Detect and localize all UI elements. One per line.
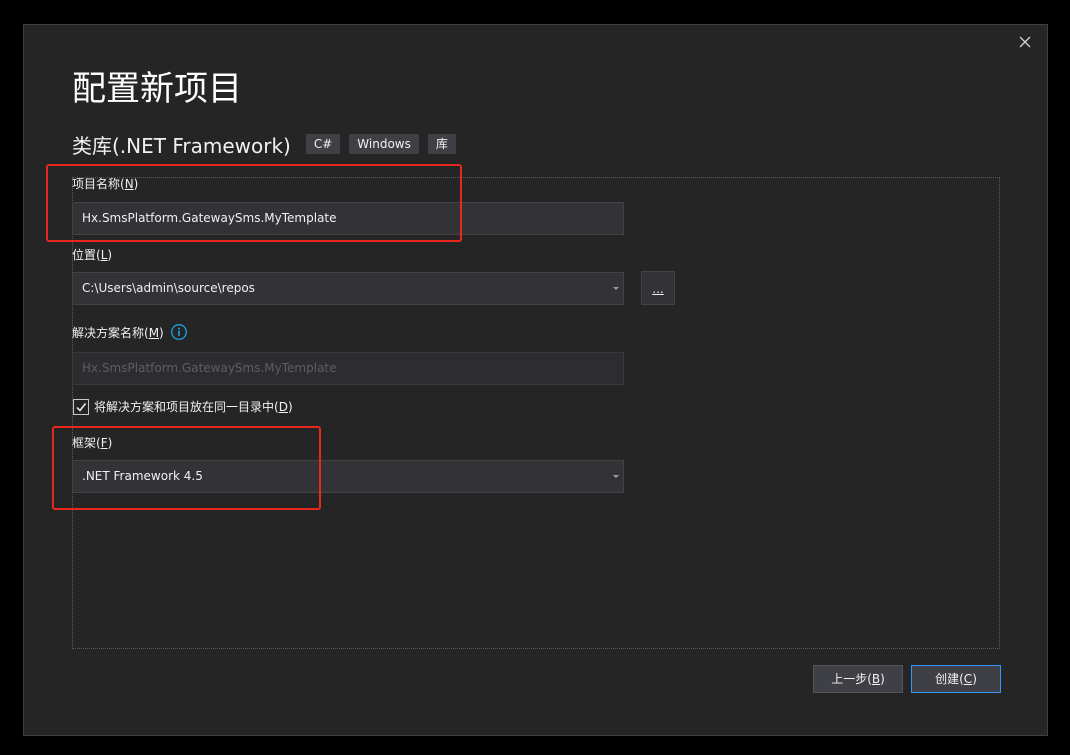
template-info: 类库(.NET Framework) C# Windows 库 (72, 131, 465, 158)
browse-button-label: ... (652, 282, 664, 296)
template-name: 类库(.NET Framework) (72, 133, 291, 158)
tag-project-type: 库 (427, 134, 456, 154)
chevron-down-icon[interactable] (613, 287, 619, 290)
tag-language: C# (305, 134, 341, 154)
framework-label: 框架(F) (72, 436, 113, 450)
project-name-input[interactable]: Hx.SmsPlatform.GatewaySms.MyTemplate (72, 202, 624, 235)
location-value: C:\Users\admin\source\repos (82, 281, 255, 295)
solution-name-input[interactable]: Hx.SmsPlatform.GatewaySms.MyTemplate (72, 352, 624, 385)
location-label: 位置(L) (72, 248, 113, 262)
framework-value: .NET Framework 4.5 (82, 469, 203, 483)
configure-project-dialog: 配置新项目 类库(.NET Framework) C# Windows 库 项目… (23, 24, 1048, 736)
info-icon[interactable] (171, 324, 187, 340)
same-directory-label[interactable]: 将解决方案和项目放在同一目录中(D) (94, 399, 293, 415)
project-name-value: Hx.SmsPlatform.GatewaySms.MyTemplate (82, 211, 337, 225)
check-icon (76, 403, 87, 412)
solution-name-value: Hx.SmsPlatform.GatewaySms.MyTemplate (82, 361, 337, 375)
browse-button[interactable]: ... (641, 271, 675, 305)
back-button[interactable]: 上一步(B) (813, 665, 903, 693)
project-name-label: 项目名称(N) (72, 177, 139, 191)
close-icon[interactable] (1016, 33, 1034, 51)
create-button[interactable]: 创建(C) (911, 665, 1001, 693)
location-combobox[interactable]: C:\Users\admin\source\repos (72, 272, 624, 305)
same-directory-checkbox[interactable] (73, 399, 89, 415)
solution-name-label: 解决方案名称(M) (72, 326, 164, 340)
tag-platform: Windows (349, 134, 419, 154)
page-title: 配置新项目 (72, 69, 242, 109)
framework-select[interactable]: .NET Framework 4.5 (72, 460, 624, 493)
chevron-down-icon[interactable] (613, 475, 619, 478)
